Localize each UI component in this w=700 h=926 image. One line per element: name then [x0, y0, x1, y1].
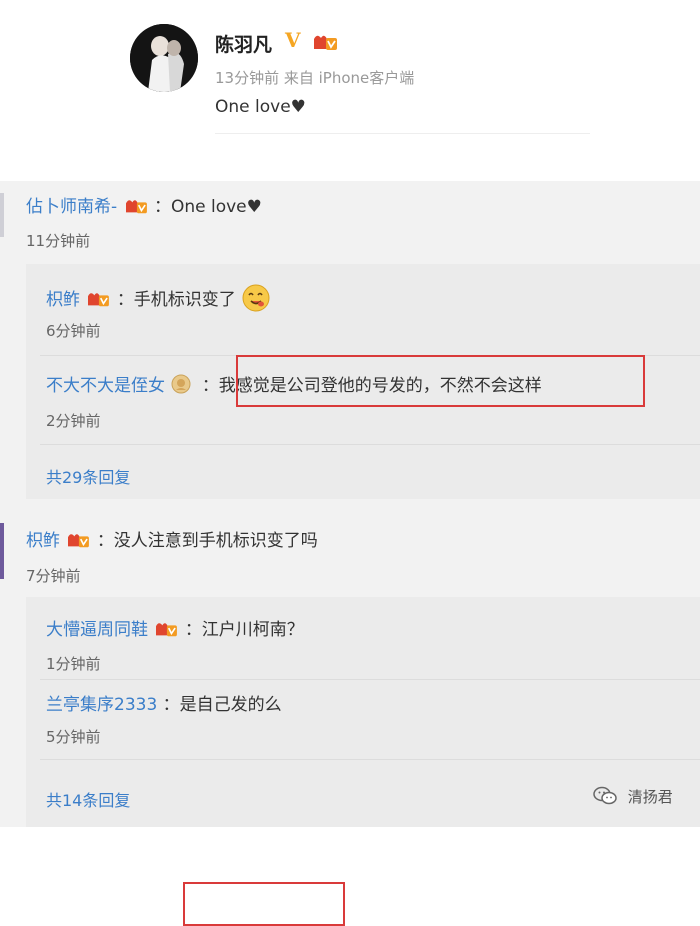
comment-text: ：One love♥ [153, 197, 262, 217]
thread-bar [0, 193, 4, 237]
divider [40, 444, 700, 445]
comment-line: 佔卜师南希- ：One love♥ [26, 192, 262, 217]
watermark-text: 清扬君 [627, 788, 673, 806]
divider [40, 759, 700, 760]
member-level-icon [311, 31, 339, 57]
comment-time: 7分钟前 [26, 567, 81, 585]
member-level-icon [123, 196, 149, 216]
post-text: One love♥ [215, 97, 306, 117]
comment-thread: 佔卜师南希- ：One love♥ 11分钟前 枳鲊 ：手机标识变了 6分钟前 … [0, 181, 700, 509]
view-more-replies-link[interactable]: 共14条回复 [46, 787, 130, 811]
member-level-icon [85, 289, 111, 309]
highlight-box [236, 355, 645, 407]
member-level-icon [153, 619, 179, 639]
reply-time: 1分钟前 [46, 655, 101, 673]
reply-time: 2分钟前 [46, 412, 101, 430]
highlight-box [183, 882, 345, 926]
divider [40, 679, 700, 680]
user-avatar[interactable] [130, 24, 198, 92]
comment-text: ：没人注意到手机标识变了吗 [96, 531, 318, 551]
watermark: 清扬君 [593, 786, 673, 807]
member-level-icon [170, 373, 196, 394]
comment-author[interactable]: 枳鲊 [26, 531, 60, 551]
reply-author[interactable]: 兰亭集序2333 [46, 695, 157, 715]
weibo-post: 陈羽凡 V 13分钟前 来自 iPhone客户端 One love♥ [0, 0, 700, 180]
reply-author[interactable]: 大懵逼周同鞋 [46, 620, 148, 640]
comment-thread: 枳鲊 ：没人注意到手机标识变了吗 7分钟前 大懵逼周同鞋 ：江户川柯南？ 1分钟… [0, 511, 700, 926]
member-level-icon [65, 530, 91, 550]
reply-time: 6分钟前 [46, 322, 101, 340]
comment-line: 枳鲊 ：没人注意到手机标识变了吗 [26, 526, 318, 551]
divider [215, 133, 590, 134]
thread-bar [0, 523, 4, 579]
reply-author[interactable]: 枳鲊 [46, 290, 80, 310]
post-meta: 13分钟前 来自 iPhone客户端 [215, 69, 415, 87]
reply-time: 5分钟前 [46, 728, 101, 746]
post-username[interactable]: 陈羽凡 [215, 30, 272, 57]
comment-time: 11分钟前 [26, 232, 91, 250]
reply-text: ：手机标识变了 [116, 290, 236, 310]
verified-v-badge: V [285, 28, 301, 52]
reply-author[interactable]: 不大不大是侄女 [46, 376, 165, 396]
comment-list: 佔卜师南希- ：One love♥ 11分钟前 枳鲊 ：手机标识变了 6分钟前 … [0, 181, 700, 926]
comment-author[interactable]: 佔卜师南希- [26, 197, 117, 217]
view-more-replies-link[interactable]: 共29条回复 [46, 464, 130, 488]
hungry-face-emoji [241, 283, 271, 313]
reply-text: ：是自己发的么 [162, 695, 282, 715]
wechat-icon [593, 786, 628, 806]
reply-text: ：江户川柯南？ [184, 620, 304, 640]
